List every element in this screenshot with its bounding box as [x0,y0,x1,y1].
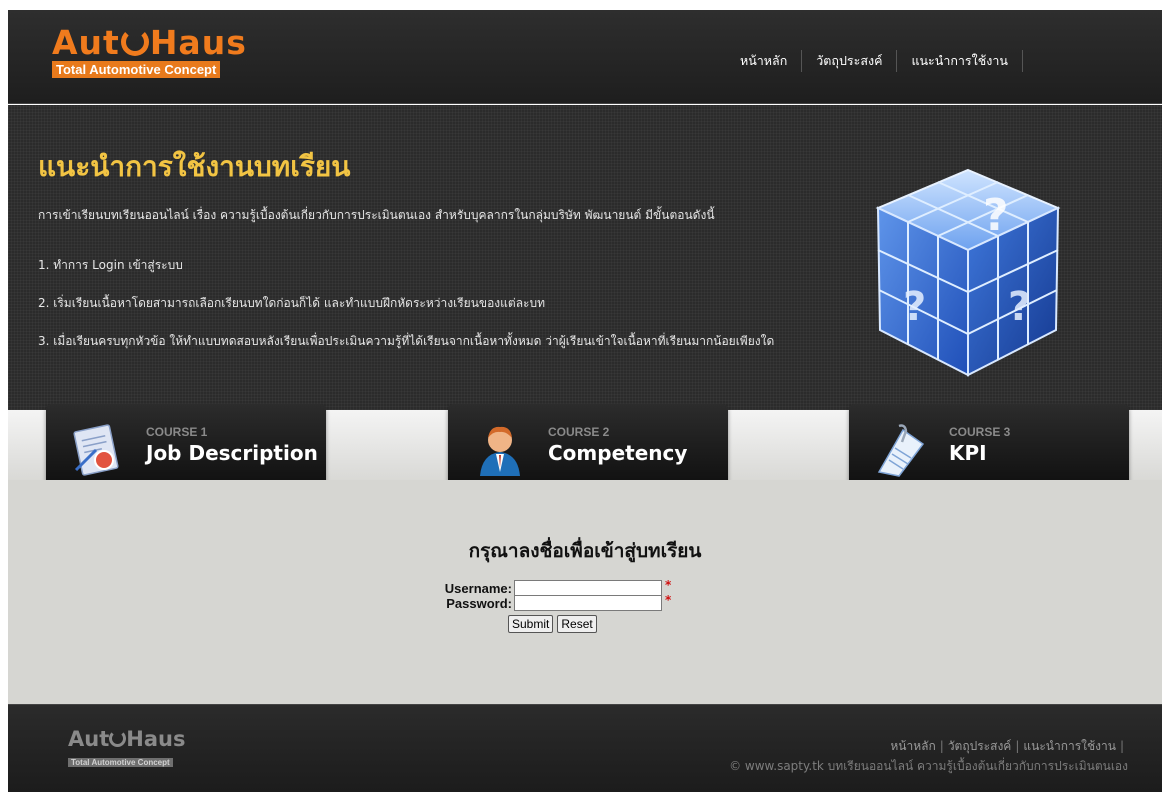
logo-text-haus: Haus [149,23,247,62]
footer-link-objectives[interactable]: วัตถุประสงค์ [948,739,1012,753]
logo-tagline: Total Automotive Concept [52,61,221,78]
document-stamp-icon [73,424,119,476]
course-number: COURSE 3 [949,425,1011,439]
footer-logo-text-aut: Aut [68,727,110,751]
svg-text:?: ? [1008,284,1031,330]
footer-logo-wordmark: Aut Haus [68,729,185,750]
hero-step-3: 3. เมื่อเรียนครบทุกหัวข้อ ให้ทำแบบทดสอบห… [38,334,775,348]
business-person-icon [480,426,520,476]
logo-wordmark: Aut Haus [52,26,284,59]
footer-navigation: หน้าหลัก | วัตถุประสงค์ | แนะนำการใช้งาน | [890,737,1128,756]
footer-logo-tagline: Total Automotive Concept [68,758,173,767]
required-marker: * [665,593,672,607]
footer-logo-text-haus: Haus [126,727,186,751]
nav-objectives[interactable]: วัตถุประสงค์ [802,50,898,72]
page-frame: Aut Haus Total Automotive Concept หน้าหลั… [8,10,1162,792]
hero-section: แนะนำการใช้งานบทเรียน การเข้าเรียนบทเรีย… [8,105,1162,425]
logo-ring-icon [120,28,149,56]
nav-home[interactable]: หน้าหลัก [726,50,803,72]
password-label: Password: [446,595,512,611]
footer-logo-ring-icon [109,730,127,747]
course-number: COURSE 1 [146,425,208,439]
footer-link-guide[interactable]: แนะนำการใช้งาน [1023,739,1116,753]
hero-intro: การเข้าเรียนบทเรียนออนไลน์ เรื่อง ความรู… [38,208,715,222]
login-title: กรุณาลงชื่อเพื่อเข้าสู่บทเรียน [468,540,702,562]
hero-step-1: 1. ทำการ Login เข้าสู่ระบบ [38,258,183,272]
reset-button[interactable]: Reset [557,615,597,633]
course-number: COURSE 2 [548,425,610,439]
logo-text-aut: Aut [52,23,120,62]
footer-separator: | [1015,739,1020,753]
hero-step-2: 2. เริ่มเรียนเนื้อหาโดยสามารถเลือกเรียนบ… [38,296,546,310]
nav-guide[interactable]: แนะนำการใช้งาน [897,50,1023,72]
password-input[interactable] [514,595,662,611]
course-name: Competency [548,441,688,465]
hero-title: แนะนำการใช้งานบทเรียน [38,150,351,183]
footer-link-home[interactable]: หน้าหลัก [890,739,935,753]
course-name: Job Description [146,441,318,465]
svg-text:?: ? [903,284,926,330]
copyright-text: © www.sapty.tk บทเรียนออนไลน์ ความรู้เบื… [729,759,1128,773]
submit-button[interactable]: Submit [508,615,554,633]
footer-separator: | [1119,739,1124,753]
autohaus-logo[interactable]: Aut Haus Total Automotive Concept [52,26,284,78]
login-section: กรุณาลงชื่อเพื่อเข้าสู่บทเรียน Username:… [8,480,1162,704]
site-header: Aut Haus Total Automotive Concept หน้าหลั… [8,10,1162,104]
password-row: Password: * [408,593,708,612]
course-name: KPI [949,441,987,465]
login-buttons: Submit Reset [508,615,597,633]
footer-separator: | [939,739,944,753]
required-marker: * [665,578,672,592]
site-footer: Aut Haus Total Automotive Concept หน้าหลั… [8,704,1162,792]
svg-text:?: ? [983,190,1009,241]
footer-logo[interactable]: Aut Haus Total Automotive Concept [68,729,185,769]
document-clip-icon [877,424,925,477]
question-cube-icon: ? ? ? [875,168,1061,377]
top-navigation: หน้าหลัก วัตถุประสงค์ แนะนำการใช้งาน [726,50,1023,72]
